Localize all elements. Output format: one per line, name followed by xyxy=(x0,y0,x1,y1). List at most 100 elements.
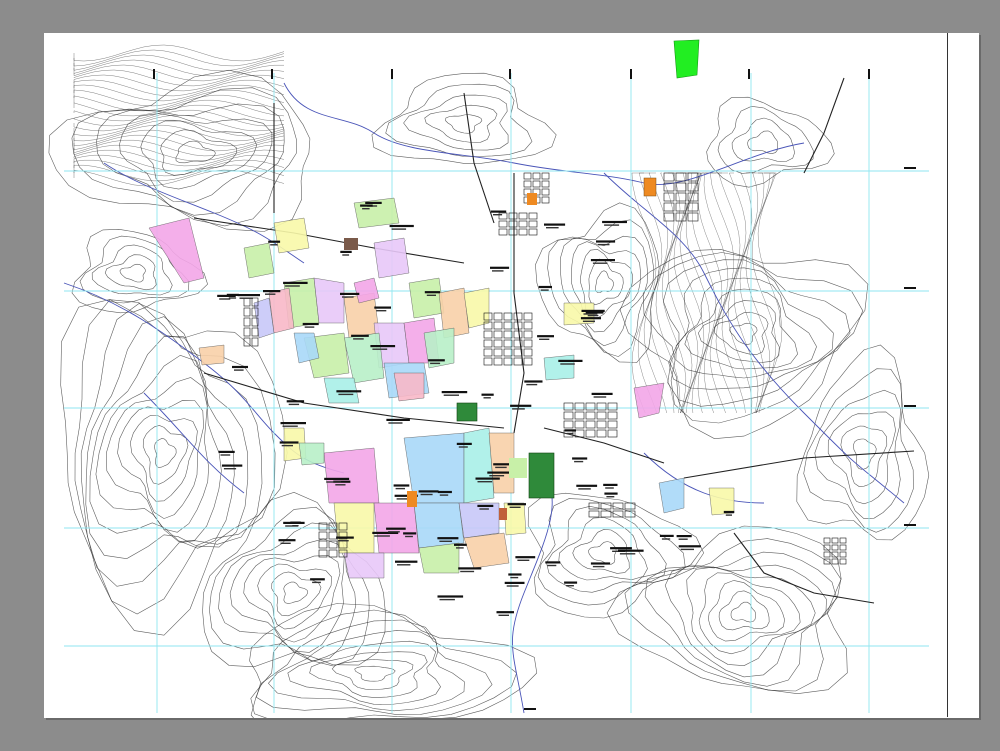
block-outline-east-settlement xyxy=(831,537,839,544)
zone-polygon xyxy=(418,542,460,574)
block-label-mark xyxy=(578,488,591,490)
block-outline xyxy=(243,317,251,327)
block-label-mark xyxy=(239,297,253,299)
block-label-mark xyxy=(475,477,500,480)
block-label-mark xyxy=(676,535,692,538)
contour-line xyxy=(745,172,771,414)
contour-line xyxy=(642,252,864,424)
contour-line xyxy=(535,202,660,363)
block-outline xyxy=(483,330,493,339)
block-outline xyxy=(607,402,618,411)
contour-line xyxy=(718,590,770,631)
block-outline xyxy=(328,540,338,549)
contour-line xyxy=(403,94,509,151)
block-outline xyxy=(251,337,259,347)
block-label-mark xyxy=(456,442,472,445)
block-label-mark xyxy=(281,444,293,447)
block-outline xyxy=(612,502,624,510)
river-line xyxy=(603,172,905,504)
block-outline xyxy=(585,402,596,411)
drawing-viewport[interactable] xyxy=(0,0,1000,751)
block-label-mark xyxy=(495,466,507,469)
contour-line xyxy=(119,263,146,283)
block-label-mark xyxy=(324,477,350,480)
block-outline xyxy=(508,228,518,236)
block-outline xyxy=(523,172,532,180)
block-outline xyxy=(532,172,541,180)
block-label-mark xyxy=(420,493,433,496)
block-label-mark xyxy=(280,422,306,425)
block-outline-east-settlement xyxy=(839,558,847,565)
sports-field xyxy=(509,458,527,478)
block-outline xyxy=(243,337,251,347)
block-outline xyxy=(493,330,503,339)
block-label-mark xyxy=(441,391,468,394)
block-label-mark xyxy=(338,540,349,542)
block-label-mark xyxy=(456,547,464,549)
orange-parcel xyxy=(407,491,417,507)
block-outline xyxy=(523,180,532,188)
contour-line xyxy=(287,640,441,705)
zone-pink-east xyxy=(633,382,665,419)
block-outline-east-settlement xyxy=(831,558,839,565)
block-outline xyxy=(508,220,518,228)
brown-parcel xyxy=(344,238,358,250)
block-label-mark xyxy=(310,578,325,581)
block-outline xyxy=(523,348,533,357)
block-label-mark xyxy=(723,510,735,514)
block-label-mark xyxy=(338,393,354,396)
block-label-mark xyxy=(405,535,413,538)
block-label-mark xyxy=(335,484,346,486)
block-label-mark xyxy=(428,359,445,362)
block-label-mark xyxy=(487,471,512,474)
block-label-mark xyxy=(280,542,291,544)
block-label-mark xyxy=(602,220,627,224)
town-plan-map[interactable] xyxy=(44,33,979,718)
block-outline-east-settlement xyxy=(839,537,847,544)
contour-line xyxy=(717,105,814,174)
block-label-mark xyxy=(603,483,618,486)
contour-line xyxy=(73,84,285,102)
block-outline xyxy=(563,420,574,429)
zone-polygon xyxy=(243,242,275,279)
block-label-mark xyxy=(592,262,608,264)
block-label-mark xyxy=(492,270,504,272)
block-outline xyxy=(493,312,503,321)
block-label-mark xyxy=(619,553,636,555)
contour-line xyxy=(283,581,308,604)
block-label-mark xyxy=(386,527,406,530)
right-tick-mark xyxy=(904,524,916,526)
contour-line xyxy=(129,414,198,502)
orange-parcel xyxy=(643,177,657,197)
zone-polygon xyxy=(313,277,345,324)
contour-line xyxy=(73,124,285,142)
block-label-mark xyxy=(218,450,235,453)
bright-green-parcel xyxy=(673,39,700,79)
contour-line xyxy=(697,172,723,414)
contour-line xyxy=(73,144,285,162)
block-label-mark xyxy=(566,585,574,587)
block-outline xyxy=(523,357,533,366)
road-line xyxy=(193,217,465,264)
block-label-mark xyxy=(604,224,620,226)
block-outline xyxy=(585,411,596,420)
block-outline xyxy=(596,420,607,429)
block-label-mark xyxy=(617,549,644,552)
block-outline xyxy=(493,348,503,357)
contour-line xyxy=(385,83,533,157)
block-label-mark xyxy=(336,390,362,393)
block-label-mark xyxy=(395,487,405,490)
block-label-mark xyxy=(374,535,390,537)
block-label-mark xyxy=(564,581,578,584)
block-outline xyxy=(600,502,612,510)
block-outline xyxy=(493,357,503,366)
contour-line xyxy=(267,630,465,712)
block-label-mark xyxy=(312,581,321,584)
block-outline xyxy=(328,549,338,558)
block-label-mark xyxy=(576,484,598,487)
block-label-mark xyxy=(545,561,561,564)
block-label-mark xyxy=(342,296,354,298)
block-label-mark xyxy=(506,585,519,587)
block-label-mark xyxy=(580,317,601,320)
block-label-mark xyxy=(403,532,417,535)
